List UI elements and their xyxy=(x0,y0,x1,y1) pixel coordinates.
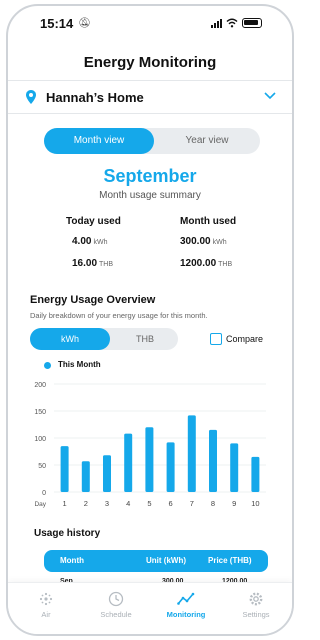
tab-air[interactable]: Air xyxy=(16,591,76,619)
legend-swatch xyxy=(44,362,51,369)
history-table-header: Month Unit (kWh) Price (THB) xyxy=(44,550,268,572)
y-tick-label: 200 xyxy=(34,382,46,389)
clock-icon xyxy=(108,591,124,607)
chart-bar xyxy=(60,446,69,492)
month-used-label: Month used xyxy=(180,216,237,227)
month-view-tab[interactable]: Month view xyxy=(44,128,154,154)
y-tick-label: 100 xyxy=(34,436,46,443)
tab-schedule[interactable]: Schedule xyxy=(86,591,146,619)
y-tick-label: 50 xyxy=(38,463,46,470)
month-kwh-number: 300.00 xyxy=(180,236,211,247)
month-thb-value: 1200.00 THB xyxy=(180,258,232,269)
unit-toggle: kWh THB xyxy=(30,328,178,350)
tab-settings[interactable]: Settings xyxy=(226,591,286,619)
today-kwh-number: 4.00 xyxy=(72,236,92,247)
legend-label: This Month xyxy=(58,360,101,369)
unit-kwh: kWh xyxy=(93,239,108,246)
x-axis-prefix-label: Day xyxy=(34,501,46,508)
overview-subtitle: Daily breakdown of your energy usage for… xyxy=(30,311,208,320)
unit-kwh: kWh xyxy=(212,239,227,246)
y-tick-label: 0 xyxy=(42,490,46,497)
chart-bar xyxy=(187,415,196,492)
chart-bar xyxy=(81,461,90,492)
wifi-icon xyxy=(226,18,238,28)
signal-icon xyxy=(211,18,222,28)
usage-bar-chart: 0 50 100 150 200 Day 1 2 3 4 5 6 7 8 9 10 xyxy=(34,382,266,508)
chart-bar xyxy=(209,429,217,492)
y-tick-label: 150 xyxy=(34,409,46,416)
month-kwh-value: 300.00 kWh xyxy=(180,236,227,247)
silent-bell-icon: 🔕︎ xyxy=(78,18,91,29)
x-tick-label: 1 xyxy=(63,499,67,508)
chart-bar xyxy=(166,442,175,492)
unit-thb-tab[interactable]: THB xyxy=(112,328,178,350)
year-view-tab[interactable]: Year view xyxy=(154,128,260,154)
x-tick-label: 7 xyxy=(190,499,194,508)
x-tick-label: 10 xyxy=(251,499,259,508)
x-tick-label: 6 xyxy=(169,499,173,508)
chart-bar xyxy=(124,433,133,492)
view-toggle: Month view Year view xyxy=(44,128,260,154)
x-tick-label: 2 xyxy=(84,499,88,508)
unit-thb: THB xyxy=(99,261,114,268)
compare-checkbox[interactable] xyxy=(210,333,222,345)
chart-bar xyxy=(230,443,239,492)
history-col-price: Price (THB) xyxy=(208,556,252,565)
unit-kwh-tab[interactable]: kWh xyxy=(30,328,110,350)
month-heading: September xyxy=(103,166,197,186)
x-tick-label: 3 xyxy=(105,499,109,508)
status-time: 15:14 xyxy=(40,16,74,31)
chart-bar xyxy=(251,456,260,492)
overview-title: Energy Usage Overview xyxy=(30,294,156,306)
chevron-down-icon xyxy=(264,92,276,100)
x-tick-label: 8 xyxy=(211,499,215,508)
month-thb-number: 1200.00 xyxy=(180,258,217,269)
chart-bar xyxy=(103,455,111,492)
history-title: Usage history xyxy=(34,528,101,539)
tab-monitoring-label: Monitoring xyxy=(166,610,206,619)
status-bar: 15:14 🔕︎ xyxy=(8,16,292,34)
location-name: Hannah’s Home xyxy=(46,90,144,105)
location-selector[interactable]: Hannah’s Home xyxy=(8,80,292,114)
x-tick-label: 5 xyxy=(147,499,151,508)
page-title: Energy Monitoring xyxy=(83,54,217,71)
battery-icon xyxy=(242,18,262,28)
bottom-tab-bar: Air Schedule Monitoring Settings xyxy=(8,582,292,634)
location-pin-icon xyxy=(26,90,36,104)
x-tick-label: 4 xyxy=(126,499,130,508)
today-thb-value: 16.00 THB xyxy=(72,258,113,269)
month-subtitle: Month usage summary xyxy=(99,190,201,201)
compare-label: Compare xyxy=(226,334,264,344)
history-col-month: Month xyxy=(60,556,84,565)
today-thb-number: 16.00 xyxy=(72,258,98,269)
history-col-unit: Unit (kWh) xyxy=(146,556,186,565)
x-tick-label: 9 xyxy=(232,499,236,508)
gear-icon xyxy=(249,592,263,606)
tab-settings-label: Settings xyxy=(242,610,270,619)
unit-thb: THB xyxy=(218,261,233,268)
chart-line-icon xyxy=(177,592,195,605)
phone-frame: 15:14 🔕︎ Energy Monitoring Hannah’s Home… xyxy=(6,4,294,636)
chart-bar xyxy=(145,427,154,492)
tab-air-label: Air xyxy=(41,610,51,619)
tab-monitoring[interactable]: Monitoring xyxy=(156,591,216,619)
status-icons xyxy=(211,18,262,28)
today-used-label: Today used xyxy=(66,216,121,227)
today-kwh-value: 4.00 kWh xyxy=(72,236,107,247)
fan-icon xyxy=(39,592,53,606)
tab-schedule-label: Schedule xyxy=(100,610,132,619)
